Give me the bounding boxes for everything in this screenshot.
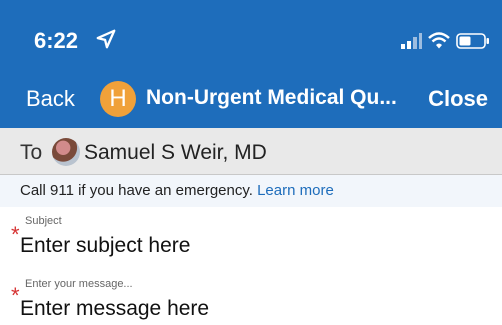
subject-label: Subject [25,215,62,227]
back-button[interactable]: Back [26,86,75,112]
emergency-notice-text: Call 911 if you have an emergency. [20,182,253,199]
battery-icon [456,33,489,49]
emergency-notice: Call 911 if you have an emergency. Learn… [0,175,502,207]
message-required-marker: * [11,283,20,308]
recipient-row[interactable]: To Samuel S Weir, MD [0,128,502,175]
page-title: Non-Urgent Medical Qu... [146,86,397,109]
subject-required-marker: * [11,222,20,247]
recipient-name: Samuel S Weir, MD [84,141,267,164]
recipient-avatar [52,138,80,166]
navigation-bar: Back H Non-Urgent Medical Qu... Close [0,78,502,120]
close-button[interactable]: Close [428,86,488,112]
notice-text-row: Call 911 if you have an emergency. Learn… [20,182,334,199]
status-bar: 6:22 [0,22,502,62]
status-time: 6:22 [34,28,79,53]
to-label: To [20,141,43,164]
system-icons [400,30,490,52]
wifi-icon [428,32,450,49]
location-arrow-icon [96,29,116,49]
subject-input[interactable] [20,234,480,258]
message-input[interactable] [20,297,480,321]
header-bar: 6:22 Back H Non-Urgent Medical Qu... Clo… [0,0,502,128]
message-label: Enter your message... [25,278,133,290]
organization-avatar: H [100,81,136,117]
learn-more-link[interactable]: Learn more [257,182,334,199]
signal-icon [401,33,422,49]
